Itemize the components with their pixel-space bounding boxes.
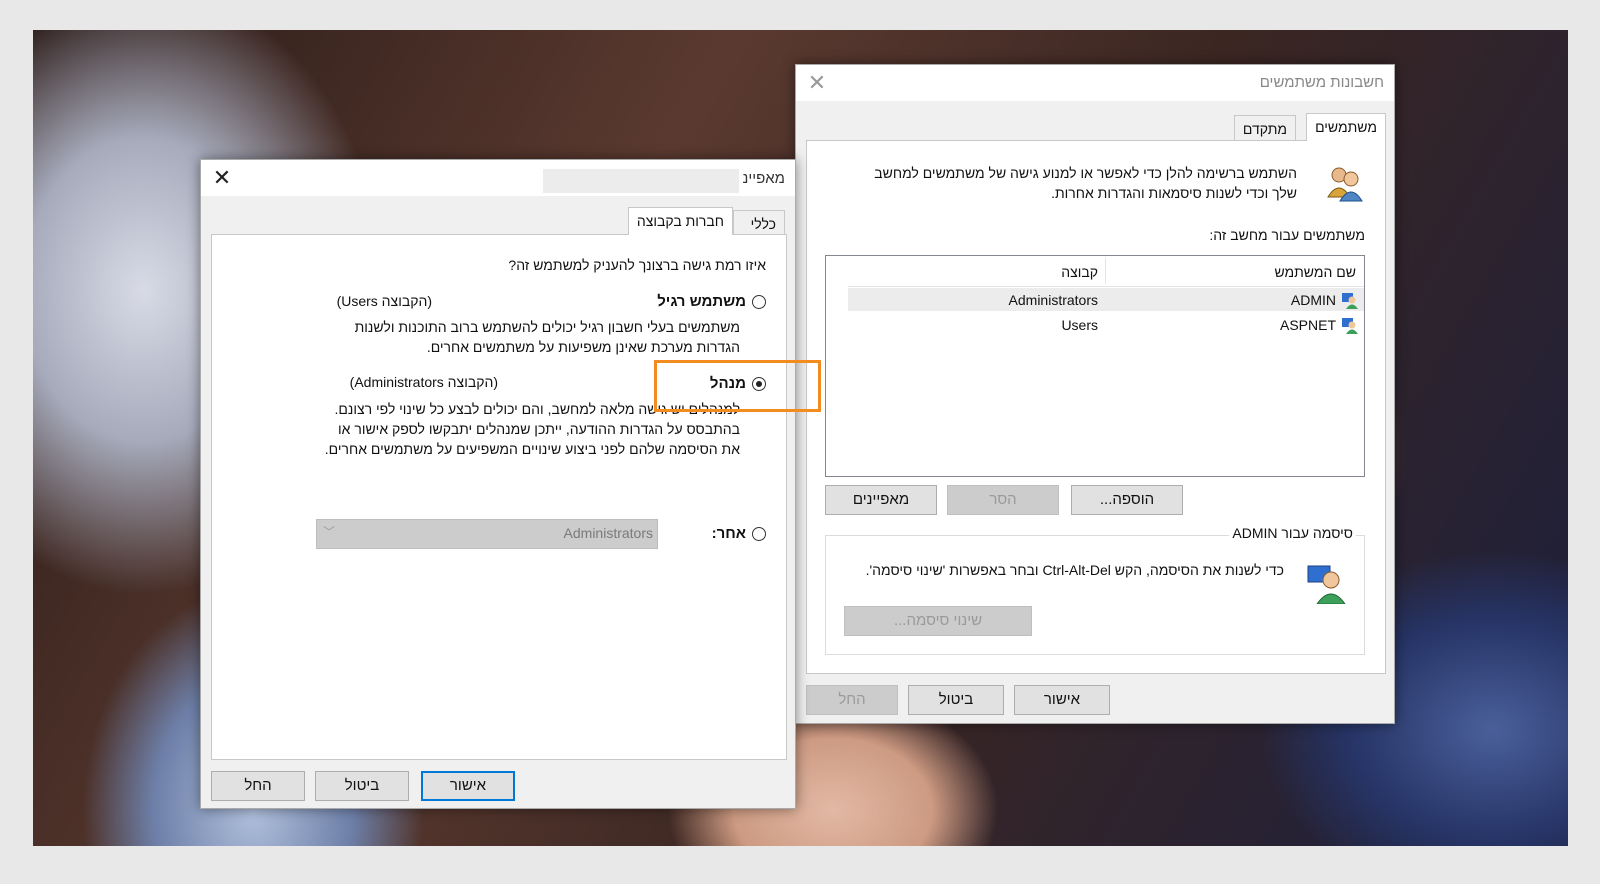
- row-group: Users: [1061, 317, 1098, 333]
- other-radio[interactable]: [752, 527, 766, 541]
- ok-button[interactable]: אישור: [1014, 685, 1110, 715]
- users-tab-panel: השתמש ברשימה להלן כדי לאפשר או למנוע גיש…: [806, 140, 1386, 674]
- other-group-select-value: Administrators: [563, 525, 653, 541]
- chevron-down-icon: ﹀: [323, 525, 336, 539]
- column-group[interactable]: קבוצה: [1061, 264, 1098, 280]
- row-username: ADMIN: [1290, 292, 1336, 308]
- tab-group-membership[interactable]: חברות בקבוצה: [627, 207, 733, 235]
- user-accounts-window: חשבונות משתמשים ✕ משתמשים מתקדם השתמש בר…: [795, 64, 1395, 724]
- add-user-button[interactable]: הוספה...: [1071, 485, 1183, 515]
- standard-user-label[interactable]: משתמש רגיל: [657, 293, 746, 310]
- change-password-button[interactable]: שינוי סיסמה...: [844, 606, 1032, 636]
- window-title: חשבונות משתמשים: [1259, 74, 1384, 91]
- table-row[interactable]: ADMIN Administrators: [848, 288, 1364, 311]
- administrator-group: (הקבוצה Administrators): [349, 374, 498, 390]
- ok-button[interactable]: אישור: [421, 771, 515, 801]
- close-icon[interactable]: ✕: [806, 72, 828, 94]
- password-help-text: כדי לשנות את הסיסמה, הקש Ctrl-Alt-Del וב…: [865, 562, 1284, 578]
- title-bar[interactable]: מאפיינ ✕: [201, 160, 795, 196]
- user-icon: [1340, 291, 1358, 309]
- properties-window: מאפיינ ✕ כללי חברות בקבוצה איזו רמת גישה…: [200, 159, 796, 809]
- close-icon[interactable]: ✕: [211, 167, 233, 189]
- tab-advanced[interactable]: מתקדם: [1233, 115, 1296, 141]
- users-icon: [1327, 167, 1363, 202]
- user-key-icon: [1307, 565, 1346, 604]
- group-membership-panel: איזו רמת גישה ברצונך להעניק למשתמש זה? מ…: [211, 234, 787, 760]
- intro-text: השתמש ברשימה להלן כדי לאפשר או למנוע גיש…: [874, 165, 1297, 201]
- table-row[interactable]: ASPNET Users: [848, 313, 1364, 336]
- users-list-label: משתמשים עבור מחשב זה:: [1209, 227, 1365, 243]
- row-username: ASPNET: [1279, 317, 1336, 333]
- row-group: Administrators: [1008, 292, 1098, 308]
- tab-general[interactable]: כללי: [733, 210, 785, 236]
- column-username[interactable]: שם המשתמש: [1274, 264, 1356, 280]
- password-groupbox: סיסמה עבור ADMIN כדי לשנות את הסיסמה, הק…: [825, 525, 1365, 655]
- tab-users[interactable]: משתמשים: [1306, 113, 1386, 141]
- standard-user-group: (הקבוצה Users): [336, 293, 432, 309]
- title-redacted-bar: [543, 169, 739, 193]
- password-groupbox-title: סיסמה עבור ADMIN: [1229, 525, 1356, 541]
- cancel-button[interactable]: ביטול: [315, 771, 409, 801]
- remove-user-button[interactable]: הסר: [947, 485, 1059, 515]
- other-group-select[interactable]: Administrators ﹀: [316, 519, 658, 549]
- standard-user-description: משתמשים בעלי חשבון רגיל יכולים להשתמש בר…: [354, 319, 740, 355]
- window-title: מאפיינ: [742, 170, 785, 187]
- apply-button[interactable]: החל: [211, 771, 305, 801]
- user-icon: [1340, 316, 1358, 334]
- column-divider: [1105, 258, 1106, 284]
- users-list[interactable]: שם המשתמש קבוצה ADMIN Administrators ASP…: [825, 255, 1365, 477]
- title-bar[interactable]: חשבונות משתמשים ✕: [796, 65, 1394, 101]
- standard-user-radio[interactable]: [752, 295, 766, 309]
- properties-button[interactable]: מאפיינים: [825, 485, 937, 515]
- other-label[interactable]: אחר:: [712, 525, 746, 542]
- cancel-button[interactable]: ביטול: [908, 685, 1004, 715]
- highlight-box: [654, 360, 821, 412]
- apply-button[interactable]: החל: [806, 685, 898, 715]
- access-level-question: איזו רמת גישה ברצונך להעניק למשתמש זה?: [508, 257, 766, 273]
- list-header: שם המשתמש קבוצה: [848, 256, 1364, 287]
